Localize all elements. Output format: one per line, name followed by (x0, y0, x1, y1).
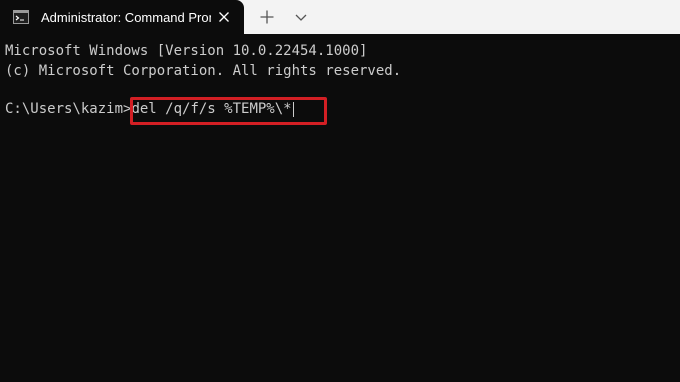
text-cursor (292, 101, 294, 117)
copyright-line: (c) Microsoft Corporation. All rights re… (5, 63, 402, 79)
version-line: Microsoft Windows [Version 10.0.22454.10… (5, 43, 368, 59)
tab-command-prompt[interactable]: Administrator: Command Prompt (0, 0, 244, 34)
plus-icon[interactable] (256, 6, 278, 28)
prompt-line[interactable]: C:\Users\kazim> del /q/f/s %TEMP%\* (5, 98, 294, 120)
close-icon[interactable] (214, 8, 234, 26)
terminal-window: Administrator: Command Prompt Microsoft … (0, 0, 680, 382)
command-text[interactable]: del /q/f/s %TEMP%\* (131, 98, 291, 120)
prompt-path: C:\Users\kazim> (5, 101, 132, 117)
terminal-output[interactable]: Microsoft Windows [Version 10.0.22454.10… (0, 34, 680, 382)
command-prompt-icon (13, 10, 29, 24)
tab-title: Administrator: Command Prompt (41, 10, 211, 25)
chevron-down-icon[interactable] (290, 6, 312, 28)
tab-bar: Administrator: Command Prompt (0, 0, 680, 34)
